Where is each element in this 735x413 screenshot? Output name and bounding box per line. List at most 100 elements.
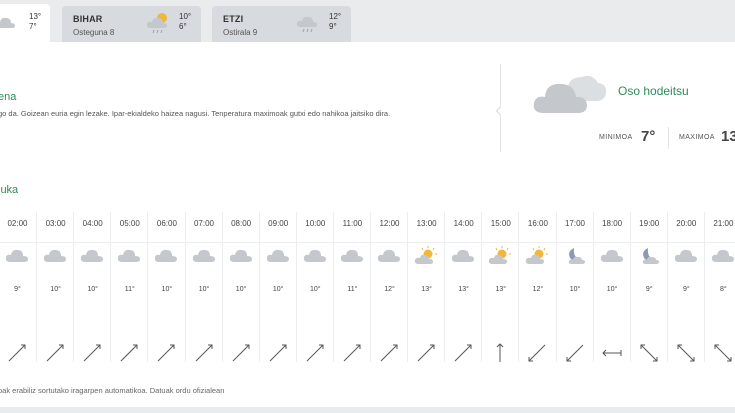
hour-time: 09:00 [268,219,289,228]
hour-time: 03:00 [45,219,66,228]
hour-column: 15:00 13° [481,212,518,362]
divider [0,242,735,243]
wind-direction-icon [712,342,734,369]
cloud-icon [266,246,290,269]
hour-time: 16:00 [527,219,548,228]
wind-direction-icon [526,342,548,369]
wind-direction-icon [193,342,215,369]
hour-temp: 10° [198,286,210,293]
tab-min-temp: 6° [179,22,187,31]
cloud-rain-icon [296,12,322,41]
day-tabs: 13° 7° BIHAR Osteguna 8 10° 6° ETZI Osti… [0,0,735,42]
hour-temp: 9° [14,286,21,293]
tab-max-temp: 10° [179,12,192,21]
cloud-icon [0,14,16,35]
cloud-icon [5,246,29,269]
hour-column: 14:00 13° [444,212,481,362]
hour-column: 20:00 9° [666,212,704,362]
hour-temp: 10° [235,286,247,293]
tab-today[interactable]: 13° 7° [0,4,50,42]
hour-temp: 9° [682,286,690,293]
hour-temp: 13° [458,286,469,293]
hour-column: 21:00 8° [703,212,735,362]
hour-time: 13:00 [416,219,437,228]
wind-direction-icon [267,342,289,369]
wind-direction-icon [6,342,28,369]
hour-column: 13:00 13° [407,212,444,362]
max-value: 13 [721,128,735,145]
cloud-icon [600,246,624,269]
bottom-bar [0,407,735,413]
hour-column: 09:00 10° [258,212,296,362]
cloud-icon [43,246,67,269]
wind-direction-icon [415,342,437,369]
cloud-icon [711,246,735,269]
hour-column: 12:00 12° [370,212,407,362]
wind-direction-icon [638,342,660,369]
hour-time: 18:00 [602,219,623,228]
divider-notch [495,106,505,116]
cloud-icon [451,246,475,269]
cloud-icon [154,246,178,269]
wind-direction-icon [489,342,511,369]
hour-column: 10:00 10° [295,212,333,362]
hour-time: 12:00 [379,219,400,228]
wind-direction-icon [452,342,474,369]
hour-temp: 13° [421,286,432,293]
hourly-forecast: 02:00 9° 03:00 10° 04:00 10° 05:00 11° 06:00 10° 0… [0,212,735,362]
hour-time: 21:00 [713,219,734,228]
tab-bihar[interactable]: BIHAR Osteguna 8 10° 6° [62,6,201,42]
hour-column: 07:00 10° [184,212,222,362]
cloud-icon [674,246,698,269]
hour-temp: 10° [569,286,581,293]
hour-column: 03:00 10° [36,212,73,362]
summary-title: ena [0,91,17,103]
wind-direction-icon [81,342,103,369]
cloud-icon [377,246,401,269]
hour-time: 17:00 [564,219,586,228]
hour-column: 04:00 10° [73,212,110,362]
max-label: MAXIMOA [679,134,715,141]
partly-cloudy-rain-icon [146,11,172,40]
sun-cloud-icon [414,246,438,271]
tab-max-temp: 13° [29,12,42,21]
hour-time: 02:00 [7,219,28,228]
wind-direction-icon [341,342,363,369]
tab-day: BIHAR [73,14,103,24]
hour-temp: 12° [384,286,395,293]
wind-direction-icon [230,342,252,369]
tab-date: Ostirala 9 [223,28,258,37]
moon-cloud-icon [563,246,587,271]
hour-temp: 10° [272,286,284,293]
hour-column: 17:00 10° [555,212,593,362]
tab-date: Osteguna 8 [73,28,115,37]
wind-direction-icon [155,342,177,369]
hour-column: 11:00 11° [332,212,370,362]
hour-column: 18:00 10° [592,212,630,362]
hour-temp: 10° [87,286,98,293]
cloud-icon [80,246,104,269]
tab-max-temp: 12° [329,12,342,21]
sun-cloud-icon [488,246,512,271]
hour-time: 11:00 [342,219,363,228]
hour-time: 20:00 [676,219,697,228]
hourly-title: luka [0,184,19,196]
hour-time: 05:00 [119,219,140,228]
hour-column: 19:00 9° [629,212,667,362]
hour-temp: 10° [310,286,321,293]
moon-cloud-icon [637,246,661,271]
hour-temp: 11° [124,286,135,293]
hour-temp: 10° [606,286,618,293]
wind-direction-icon [378,342,400,369]
hour-column: 06:00 10° [147,212,184,362]
condition-label: Oso hodeitsu [618,84,689,98]
hour-time: 08:00 [231,219,252,228]
wind-direction-icon [304,342,326,369]
tab-etzi[interactable]: ETZI Ostirala 9 12° 9° [212,6,351,42]
hour-time: 14:00 [453,219,474,228]
hour-temp: 9° [645,286,653,293]
cloud-icon [530,63,608,124]
hour-column: 02:00 9° [0,212,36,362]
wind-direction-icon [675,342,697,369]
sun-cloud-icon [525,246,549,271]
